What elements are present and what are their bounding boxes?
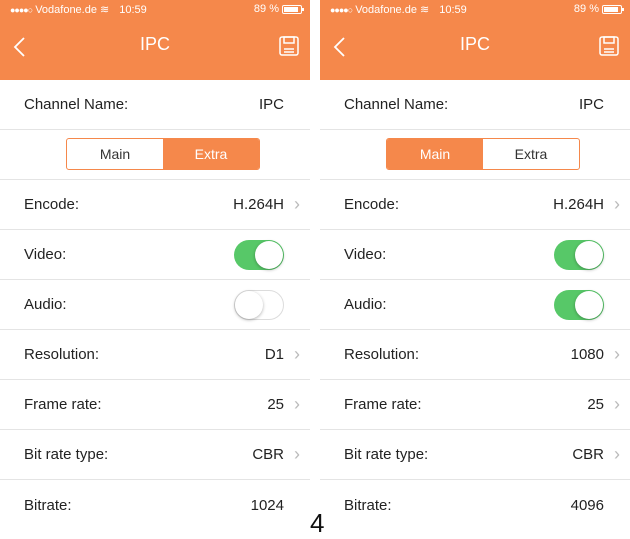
- bit-rate-type-value: CBR: [252, 446, 284, 463]
- chevron-right-icon: ›: [614, 344, 620, 364]
- video-label: Video:: [24, 246, 67, 263]
- bit-rate-type-label: Bit rate type:: [24, 446, 109, 463]
- toggle-knob: [235, 290, 263, 319]
- bit-rate-type-label: Bit rate type:: [344, 446, 429, 463]
- resolution-label: Resolution:: [24, 346, 100, 363]
- header: ●●●●○ Vodafone.de ≋ 10:59 89 % IPC: [320, 0, 630, 80]
- tab-extra[interactable]: Extra: [483, 139, 579, 169]
- nav-bar: IPC: [0, 20, 310, 80]
- chevron-right-icon: ›: [294, 194, 300, 214]
- status-bar: ●●●●○ Vodafone.de ≋ 10:59 89 %: [0, 0, 310, 20]
- frame-rate-row[interactable]: Frame rate: 25 ›: [320, 380, 630, 430]
- bit-rate-type-row[interactable]: Bit rate type: CBR ›: [0, 430, 310, 480]
- audio-toggle[interactable]: [234, 289, 284, 320]
- battery-icon: [602, 4, 624, 14]
- bitrate-value: 1024: [250, 496, 284, 514]
- stream-tabs-row: Main Extra: [0, 130, 310, 180]
- wifi-icon: ≋: [419, 4, 430, 16]
- chevron-right-icon: ›: [614, 444, 620, 464]
- save-icon[interactable]: [598, 35, 620, 57]
- encode-row[interactable]: Encode: H.264H ›: [0, 180, 310, 230]
- header: ●●●●○ Vodafone.de ≋ 10:59 89 % IPC: [0, 0, 310, 80]
- audio-row: Audio:: [320, 280, 630, 330]
- bitrate-label: Bitrate:: [344, 496, 392, 514]
- signal-icon: ●●●●○: [10, 5, 33, 15]
- encode-value: H.264H: [233, 196, 284, 213]
- chevron-right-icon: ›: [294, 444, 300, 464]
- chevron-right-icon: ›: [614, 394, 620, 414]
- video-label: Video:: [344, 246, 387, 263]
- tab-extra[interactable]: Extra: [163, 139, 259, 169]
- page-title: IPC: [139, 34, 170, 54]
- carrier-info: ●●●●○ Vodafone.de ≋ 10:59: [330, 3, 467, 16]
- video-toggle[interactable]: [234, 239, 284, 270]
- carrier-info: ●●●●○ Vodafone.de ≋ 10:59: [10, 3, 147, 16]
- resolution-label: Resolution:: [344, 346, 420, 363]
- channel-name-row: Channel Name: IPC: [320, 80, 630, 130]
- chevron-right-icon: ›: [614, 194, 620, 214]
- channel-name-row: Channel Name: IPC: [0, 80, 310, 130]
- bitrate-row[interactable]: Bitrate: 1024: [0, 480, 310, 530]
- channel-name-label: Channel Name:: [24, 96, 129, 113]
- audio-label: Audio:: [24, 296, 67, 313]
- chevron-right-icon: ›: [294, 344, 300, 364]
- encode-label: Encode:: [344, 196, 400, 213]
- status-time: 10:59: [119, 4, 147, 16]
- nav-bar: IPC: [320, 20, 630, 80]
- frame-rate-value: 25: [587, 396, 604, 413]
- channel-name-value: IPC: [258, 96, 284, 113]
- audio-row: Audio:: [0, 280, 310, 330]
- channel-name-value: IPC: [578, 96, 604, 113]
- resolution-value: 1080: [570, 346, 604, 363]
- encode-row[interactable]: Encode: H.264H ›: [320, 180, 630, 230]
- battery-percent: 89 %: [253, 3, 279, 15]
- battery-icon: [282, 4, 304, 14]
- resolution-value: D1: [264, 346, 284, 363]
- toggle-knob: [575, 240, 603, 269]
- video-toggle[interactable]: [554, 239, 604, 270]
- bit-rate-type-value: CBR: [572, 446, 604, 463]
- frame-rate-value: 25: [267, 396, 284, 413]
- battery-percent: 89 %: [573, 3, 599, 15]
- audio-label: Audio:: [344, 296, 387, 313]
- status-time: 10:59: [439, 4, 467, 16]
- toggle-knob: [255, 240, 283, 269]
- chevron-right-icon: ›: [294, 394, 300, 414]
- frame-rate-row[interactable]: Frame rate: 25 ›: [0, 380, 310, 430]
- stream-tabs-row: Main Extra: [320, 130, 630, 180]
- bitrate-row[interactable]: Bitrate: 4096: [320, 480, 630, 530]
- page-title: IPC: [459, 34, 490, 54]
- toggle-knob: [575, 290, 603, 319]
- resolution-row[interactable]: Resolution: 1080 ›: [320, 330, 630, 380]
- tab-main[interactable]: Main: [67, 139, 163, 169]
- save-icon[interactable]: [278, 35, 300, 57]
- encode-label: Encode:: [24, 196, 80, 213]
- phone-screen-left: ●●●●○ Vodafone.de ≋ 10:59 89 % IPC Channel …: [0, 0, 310, 531]
- resolution-row[interactable]: Resolution: D1 ›: [0, 330, 310, 380]
- stream-segmented-control: Main Extra: [386, 138, 580, 170]
- channel-name-label: Channel Name:: [344, 96, 449, 113]
- encode-value: H.264H: [553, 196, 604, 213]
- frame-rate-label: Frame rate:: [24, 396, 102, 413]
- battery-status: 89 %: [573, 3, 624, 15]
- tab-main[interactable]: Main: [387, 139, 483, 169]
- phone-screen-right: ●●●●○ Vodafone.de ≋ 10:59 89 % IPC Channel …: [320, 0, 630, 531]
- bit-rate-type-row[interactable]: Bit rate type: CBR ›: [320, 430, 630, 480]
- carrier-name: Vodafone.de: [355, 4, 417, 16]
- stream-segmented-control: Main Extra: [66, 138, 260, 170]
- battery-status: 89 %: [253, 3, 304, 15]
- frame-rate-label: Frame rate:: [344, 396, 422, 413]
- bitrate-label: Bitrate:: [24, 496, 72, 514]
- figure-marker: 4: [310, 508, 325, 538]
- bitrate-value: 4096: [570, 496, 604, 514]
- carrier-name: Vodafone.de: [35, 4, 97, 16]
- signal-icon: ●●●●○: [330, 5, 353, 15]
- status-bar: ●●●●○ Vodafone.de ≋ 10:59 89 %: [320, 0, 630, 20]
- video-row: Video:: [0, 230, 310, 280]
- wifi-icon: ≋: [99, 4, 110, 16]
- video-row: Video:: [320, 230, 630, 280]
- audio-toggle[interactable]: [554, 289, 604, 320]
